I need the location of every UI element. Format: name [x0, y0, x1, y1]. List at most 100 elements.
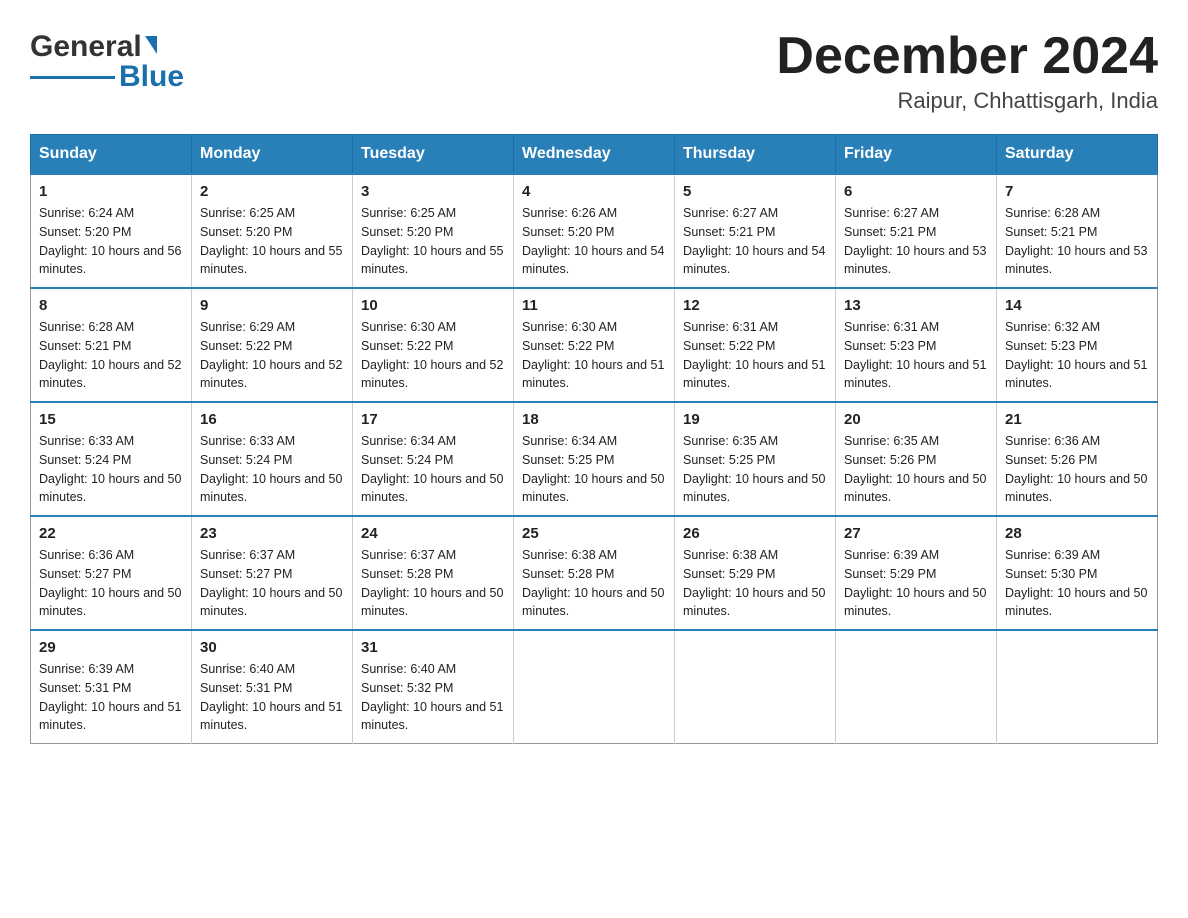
- calendar-cell: 18 Sunrise: 6:34 AMSunset: 5:25 PMDayligh…: [514, 402, 675, 516]
- day-info: Sunrise: 6:35 AMSunset: 5:26 PMDaylight:…: [844, 432, 988, 507]
- calendar-cell: 13 Sunrise: 6:31 AMSunset: 5:23 PMDayligh…: [836, 288, 997, 402]
- day-number: 7: [1005, 183, 1149, 200]
- calendar-header-row: SundayMondayTuesdayWednesdayThursdayFrid…: [31, 135, 1158, 175]
- page-header: General Blue December 2024 Raipur, Chhat…: [30, 30, 1158, 114]
- calendar-cell: 26 Sunrise: 6:38 AMSunset: 5:29 PMDayligh…: [675, 516, 836, 630]
- location-subtitle: Raipur, Chhattisgarh, India: [776, 88, 1158, 114]
- day-info: Sunrise: 6:28 AMSunset: 5:21 PMDaylight:…: [39, 318, 183, 393]
- calendar-cell: 22 Sunrise: 6:36 AMSunset: 5:27 PMDayligh…: [31, 516, 192, 630]
- calendar-cell: 4 Sunrise: 6:26 AMSunset: 5:20 PMDaylight…: [514, 174, 675, 288]
- logo-general: General: [30, 30, 142, 64]
- calendar-cell: 5Sunrise: 6:27 AMSunset: 5:21 PMDaylight…: [675, 174, 836, 288]
- day-info: Sunrise: 6:33 AMSunset: 5:24 PMDaylight:…: [200, 432, 344, 507]
- day-info: Sunrise: 6:37 AMSunset: 5:27 PMDaylight:…: [200, 546, 344, 621]
- calendar-cell: 9 Sunrise: 6:29 AMSunset: 5:22 PMDaylight…: [192, 288, 353, 402]
- calendar-cell: 7 Sunrise: 6:28 AMSunset: 5:21 PMDaylight…: [997, 174, 1158, 288]
- day-info: Sunrise: 6:28 AMSunset: 5:21 PMDaylight:…: [1005, 204, 1149, 279]
- calendar-cell: 16 Sunrise: 6:33 AMSunset: 5:24 PMDayligh…: [192, 402, 353, 516]
- day-number: 8: [39, 297, 183, 314]
- day-info: Sunrise: 6:25 AMSunset: 5:20 PMDaylight:…: [200, 204, 344, 279]
- day-info: Sunrise: 6:37 AMSunset: 5:28 PMDaylight:…: [361, 546, 505, 621]
- day-number: 27: [844, 525, 988, 542]
- day-info: Sunrise: 6:38 AMSunset: 5:28 PMDaylight:…: [522, 546, 666, 621]
- calendar-cell: 12 Sunrise: 6:31 AMSunset: 5:22 PMDayligh…: [675, 288, 836, 402]
- day-info: Sunrise: 6:35 AMSunset: 5:25 PMDaylight:…: [683, 432, 827, 507]
- calendar-day-header-friday: Friday: [836, 135, 997, 175]
- day-number: 28: [1005, 525, 1149, 542]
- calendar-week-row: 29 Sunrise: 6:39 AMSunset: 5:31 PMDayligh…: [31, 630, 1158, 744]
- day-info: Sunrise: 6:31 AMSunset: 5:22 PMDaylight:…: [683, 318, 827, 393]
- calendar-cell: 30 Sunrise: 6:40 AMSunset: 5:31 PMDayligh…: [192, 630, 353, 744]
- day-info: Sunrise: 6:24 AMSunset: 5:20 PMDaylight:…: [39, 204, 183, 279]
- calendar-cell: [836, 630, 997, 744]
- calendar-week-row: 1 Sunrise: 6:24 AMSunset: 5:20 PMDaylight…: [31, 174, 1158, 288]
- day-number: 21: [1005, 411, 1149, 428]
- day-info: Sunrise: 6:36 AMSunset: 5:26 PMDaylight:…: [1005, 432, 1149, 507]
- day-number: 11: [522, 297, 666, 314]
- day-info: Sunrise: 6:29 AMSunset: 5:22 PMDaylight:…: [200, 318, 344, 393]
- day-number: 15: [39, 411, 183, 428]
- logo: General Blue: [30, 30, 184, 94]
- calendar-day-header-thursday: Thursday: [675, 135, 836, 175]
- calendar-cell: 21 Sunrise: 6:36 AMSunset: 5:26 PMDayligh…: [997, 402, 1158, 516]
- calendar-cell: 8 Sunrise: 6:28 AMSunset: 5:21 PMDaylight…: [31, 288, 192, 402]
- day-info: Sunrise: 6:39 AMSunset: 5:30 PMDaylight:…: [1005, 546, 1149, 621]
- day-number: 22: [39, 525, 183, 542]
- day-number: 1: [39, 183, 183, 200]
- day-info: Sunrise: 6:32 AMSunset: 5:23 PMDaylight:…: [1005, 318, 1149, 393]
- logo-triangle-icon: [145, 36, 157, 54]
- calendar-day-header-saturday: Saturday: [997, 135, 1158, 175]
- day-number: 18: [522, 411, 666, 428]
- day-number: 16: [200, 411, 344, 428]
- day-number: 14: [1005, 297, 1149, 314]
- day-info: Sunrise: 6:27 AMSunset: 5:21 PMDaylight:…: [844, 204, 988, 279]
- day-info: Sunrise: 6:40 AMSunset: 5:31 PMDaylight:…: [200, 660, 344, 735]
- day-number: 24: [361, 525, 505, 542]
- calendar-cell: 2Sunrise: 6:25 AMSunset: 5:20 PMDaylight…: [192, 174, 353, 288]
- day-number: 17: [361, 411, 505, 428]
- day-number: 4: [522, 183, 666, 200]
- calendar-cell: 29 Sunrise: 6:39 AMSunset: 5:31 PMDayligh…: [31, 630, 192, 744]
- day-info: Sunrise: 6:34 AMSunset: 5:24 PMDaylight:…: [361, 432, 505, 507]
- day-number: 25: [522, 525, 666, 542]
- day-info: Sunrise: 6:31 AMSunset: 5:23 PMDaylight:…: [844, 318, 988, 393]
- day-number: 26: [683, 525, 827, 542]
- logo-blue: Blue: [119, 60, 184, 94]
- day-number: 10: [361, 297, 505, 314]
- calendar-cell: 19 Sunrise: 6:35 AMSunset: 5:25 PMDayligh…: [675, 402, 836, 516]
- calendar-table: SundayMondayTuesdayWednesdayThursdayFrid…: [30, 134, 1158, 744]
- day-info: Sunrise: 6:38 AMSunset: 5:29 PMDaylight:…: [683, 546, 827, 621]
- calendar-day-header-wednesday: Wednesday: [514, 135, 675, 175]
- calendar-cell: [675, 630, 836, 744]
- day-number: 30: [200, 639, 344, 656]
- day-info: Sunrise: 6:39 AMSunset: 5:31 PMDaylight:…: [39, 660, 183, 735]
- day-number: 6: [844, 183, 988, 200]
- calendar-cell: 23 Sunrise: 6:37 AMSunset: 5:27 PMDayligh…: [192, 516, 353, 630]
- calendar-cell: 15 Sunrise: 6:33 AMSunset: 5:24 PMDayligh…: [31, 402, 192, 516]
- day-number: 12: [683, 297, 827, 314]
- day-info: Sunrise: 6:25 AMSunset: 5:20 PMDaylight:…: [361, 204, 505, 279]
- calendar-day-header-sunday: Sunday: [31, 135, 192, 175]
- calendar-cell: 10Sunrise: 6:30 AMSunset: 5:22 PMDayligh…: [353, 288, 514, 402]
- calendar-cell: 20Sunrise: 6:35 AMSunset: 5:26 PMDayligh…: [836, 402, 997, 516]
- calendar-cell: 3Sunrise: 6:25 AMSunset: 5:20 PMDaylight…: [353, 174, 514, 288]
- calendar-cell: 11 Sunrise: 6:30 AMSunset: 5:22 PMDayligh…: [514, 288, 675, 402]
- day-number: 13: [844, 297, 988, 314]
- month-year-title: December 2024: [776, 30, 1158, 82]
- day-info: Sunrise: 6:30 AMSunset: 5:22 PMDaylight:…: [522, 318, 666, 393]
- day-number: 9: [200, 297, 344, 314]
- calendar-week-row: 8 Sunrise: 6:28 AMSunset: 5:21 PMDaylight…: [31, 288, 1158, 402]
- calendar-cell: 1 Sunrise: 6:24 AMSunset: 5:20 PMDaylight…: [31, 174, 192, 288]
- day-number: 29: [39, 639, 183, 656]
- day-info: Sunrise: 6:27 AMSunset: 5:21 PMDaylight:…: [683, 204, 827, 279]
- day-info: Sunrise: 6:33 AMSunset: 5:24 PMDaylight:…: [39, 432, 183, 507]
- calendar-cell: 14 Sunrise: 6:32 AMSunset: 5:23 PMDayligh…: [997, 288, 1158, 402]
- day-number: 19: [683, 411, 827, 428]
- calendar-cell: 6 Sunrise: 6:27 AMSunset: 5:21 PMDaylight…: [836, 174, 997, 288]
- calendar-cell: 17 Sunrise: 6:34 AMSunset: 5:24 PMDayligh…: [353, 402, 514, 516]
- day-info: Sunrise: 6:34 AMSunset: 5:25 PMDaylight:…: [522, 432, 666, 507]
- calendar-cell: 25 Sunrise: 6:38 AMSunset: 5:28 PMDayligh…: [514, 516, 675, 630]
- day-info: Sunrise: 6:26 AMSunset: 5:20 PMDaylight:…: [522, 204, 666, 279]
- day-number: 23: [200, 525, 344, 542]
- day-info: Sunrise: 6:36 AMSunset: 5:27 PMDaylight:…: [39, 546, 183, 621]
